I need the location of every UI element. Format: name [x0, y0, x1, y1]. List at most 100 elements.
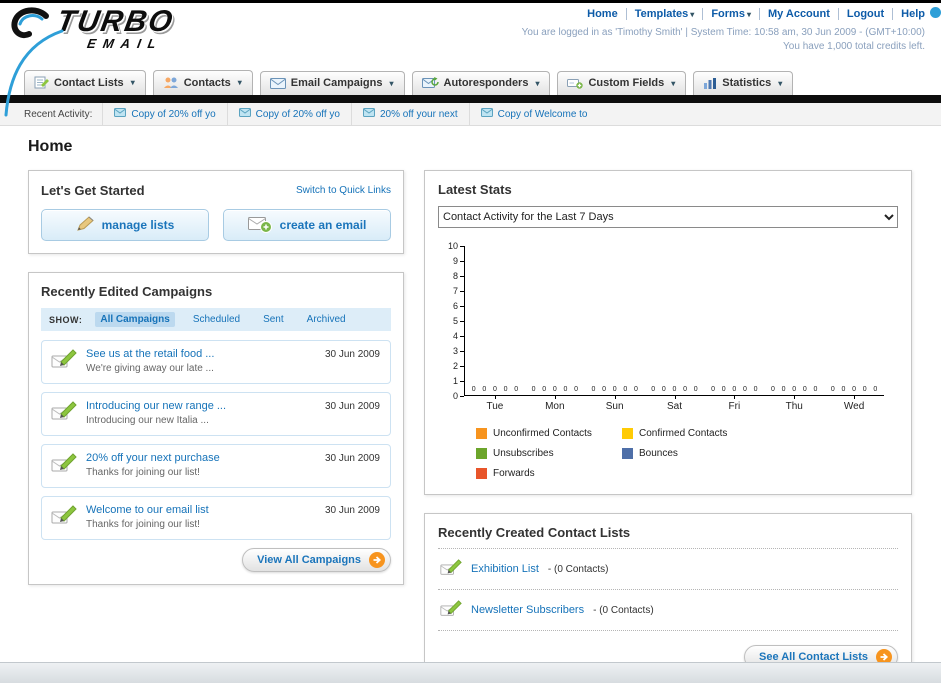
- contact-activity-chart: 10 9 8 7 6 5 4 3 2 1 0 000000000000000000000000000…: [438, 241, 898, 479]
- chevron-down-icon: ▾: [389, 78, 394, 88]
- campaigns-list: See us at the retail food ... We're givi…: [41, 340, 391, 540]
- top-link-help[interactable]: Help: [892, 8, 925, 20]
- switch-to-quick-links[interactable]: Switch to Quick Links: [296, 185, 391, 196]
- top-link-logout[interactable]: Logout: [837, 8, 885, 20]
- chart-legend: Unconfirmed Contacts Confirmed Contacts Un…: [476, 428, 898, 479]
- envelope-pencil-icon: [51, 348, 77, 375]
- logo-line2: EMAIL: [86, 36, 165, 51]
- chevron-down-icon: ▾: [535, 78, 540, 88]
- chart-values-row: 00000 00000 00000 00000 00000 00000 00000: [465, 386, 884, 393]
- campaign-title-link[interactable]: Welcome to our email list: [86, 504, 209, 516]
- top-link-templates[interactable]: Templates ▾: [625, 8, 695, 20]
- legend-swatch-icon: [476, 468, 487, 479]
- legend-item: Forwards: [476, 468, 622, 479]
- top-link-forms[interactable]: Forms ▾: [702, 8, 751, 20]
- top-link-label: My Account: [767, 8, 830, 20]
- chart-x-label: Thu: [764, 396, 824, 412]
- logo-text: TURBO EMAIL: [52, 5, 176, 51]
- turbo-email-logo[interactable]: TURBO EMAIL: [8, 5, 177, 51]
- get-started-title: Let's Get Started: [41, 183, 145, 198]
- chevron-down-icon: ▾: [130, 78, 135, 87]
- top-link-home[interactable]: Home: [587, 8, 618, 20]
- recent-activity-item[interactable]: Copy of Welcome to: [468, 103, 599, 125]
- nav-tab-email-campaigns[interactable]: Email Campaigns ▾: [259, 71, 405, 95]
- tab-scheduled[interactable]: Scheduled: [188, 312, 245, 327]
- nav-tab-contacts[interactable]: Contacts ▾: [152, 70, 253, 95]
- envelope-icon: [114, 108, 127, 120]
- top-links: Home Templates ▾ Forms ▾ My Account Logout Help: [522, 8, 925, 20]
- legend-swatch-icon: [476, 428, 487, 439]
- chart-y-tick-label: 3: [453, 346, 464, 356]
- nav-tab-custom-fields[interactable]: Custom Fields ▾: [557, 71, 687, 95]
- envelope-pencil-icon: [51, 452, 77, 479]
- chart-y-tick-label: 0: [453, 391, 464, 401]
- nav-tab-contact-lists[interactable]: Contact Lists ▾: [24, 70, 146, 95]
- campaign-title-link[interactable]: See us at the retail food ...: [86, 348, 214, 360]
- envelope-plus-icon: [247, 215, 272, 236]
- nav-tab-label: Autoresponders: [443, 77, 529, 89]
- chart-y-tick-label: 9: [453, 256, 464, 266]
- recently-created-contact-lists-panel: Recently Created Contact Lists Exhibitio…: [424, 513, 912, 664]
- tab-sent[interactable]: Sent: [258, 312, 289, 327]
- campaign-subtitle: We're giving away our late ...: [86, 363, 214, 374]
- manage-lists-button[interactable]: manage lists: [41, 209, 209, 241]
- recently-edited-campaigns-panel: Recently Edited Campaigns SHOW: All Camp…: [28, 272, 404, 585]
- nav-tab-label: Email Campaigns: [290, 77, 383, 89]
- create-an-email-label: create an email: [279, 218, 367, 232]
- campaign-row: See us at the retail food ... We're givi…: [41, 340, 391, 384]
- nav-tab-statistics[interactable]: Statistics ▾: [693, 71, 794, 95]
- top-link-my-account[interactable]: My Account: [758, 8, 830, 20]
- contact-list-link[interactable]: Exhibition List: [471, 563, 539, 575]
- contact-lists-rows: Exhibition List - (0 Contacts) Newslette…: [438, 548, 898, 631]
- recent-activity-item[interactable]: Copy of 20% off yo: [226, 103, 351, 125]
- envelope-icon: [362, 108, 375, 120]
- main-content: Home Let's Get Started Switch to Quick L…: [0, 126, 941, 664]
- campaign-subtitle: Introducing our new Italia ...: [86, 415, 209, 426]
- nav-tab-autoresponders[interactable]: Autoresponders ▾: [411, 71, 551, 95]
- legend-item: Unconfirmed Contacts: [476, 428, 622, 439]
- campaign-subtitle: Thanks for joining our list!: [86, 467, 200, 478]
- contact-list-link[interactable]: Newsletter Subscribers: [471, 604, 584, 616]
- nav-tab-label: Statistics: [722, 77, 772, 89]
- envelope-pencil-icon: [51, 400, 77, 427]
- stats-period-select[interactable]: Contact Activity for the Last 7 Days: [438, 206, 898, 228]
- recent-activity-item-label: 20% off your next: [379, 108, 458, 120]
- chevron-down-icon: ▾: [237, 78, 242, 87]
- chart-value-group: 00000: [651, 386, 698, 393]
- legend-item: Confirmed Contacts: [622, 428, 768, 439]
- legend-label: Unconfirmed Contacts: [493, 428, 592, 439]
- envelope-icon: [238, 108, 251, 120]
- chart-value-group: 00000: [471, 386, 519, 393]
- nav-tab-label: Contact Lists: [54, 76, 124, 89]
- campaign-date: 30 Jun 2009: [324, 505, 380, 516]
- contacts-icon: [163, 76, 179, 89]
- top-link-label: Forms: [711, 8, 745, 20]
- chart-value-group: 00000: [531, 386, 578, 393]
- create-an-email-button[interactable]: create an email: [223, 209, 391, 241]
- main-navigation: Contact Lists ▾ Contacts ▾ Email Campaig…: [0, 65, 941, 95]
- campaign-title-link[interactable]: 20% off your next purchase: [86, 452, 220, 464]
- recent-activity-item[interactable]: Copy of 20% off yo: [102, 103, 226, 125]
- manage-lists-label: manage lists: [101, 218, 175, 232]
- campaign-date: 30 Jun 2009: [324, 349, 380, 360]
- left-column: Let's Get Started Switch to Quick Links …: [28, 170, 404, 585]
- chart-y-tick-label: 2: [453, 361, 464, 371]
- contact-lists-icon: [34, 76, 49, 89]
- nav-tab-label: Contacts: [183, 76, 231, 89]
- campaign-row: 20% off your next purchase Thanks for jo…: [41, 444, 391, 488]
- help-indicator-icon[interactable]: [930, 7, 941, 18]
- recent-activity-bar: Recent Activity: Copy of 20% off yo Copy…: [0, 103, 941, 126]
- tab-archived[interactable]: Archived: [302, 312, 351, 327]
- latest-stats-panel: Latest Stats Contact Activity for the La…: [424, 170, 912, 495]
- view-all-campaigns-button[interactable]: View All Campaigns: [242, 548, 391, 572]
- chart-value-group: 00000: [591, 386, 638, 393]
- arrow-right-icon: [369, 552, 385, 568]
- chevron-down-icon: ▾: [690, 10, 695, 19]
- chart-x-labels: Tue Mon Sun Sat Fri Thu Wed: [465, 396, 884, 412]
- tab-all-campaigns[interactable]: All Campaigns: [95, 312, 175, 327]
- chart-x-label: Tue: [465, 396, 525, 412]
- recent-activity-item[interactable]: 20% off your next: [350, 103, 469, 125]
- campaign-title-link[interactable]: Introducing our new range ...: [86, 400, 226, 412]
- contact-list-detail: - (0 Contacts): [593, 604, 654, 616]
- campaign-row: Welcome to our email list Thanks for joi…: [41, 496, 391, 540]
